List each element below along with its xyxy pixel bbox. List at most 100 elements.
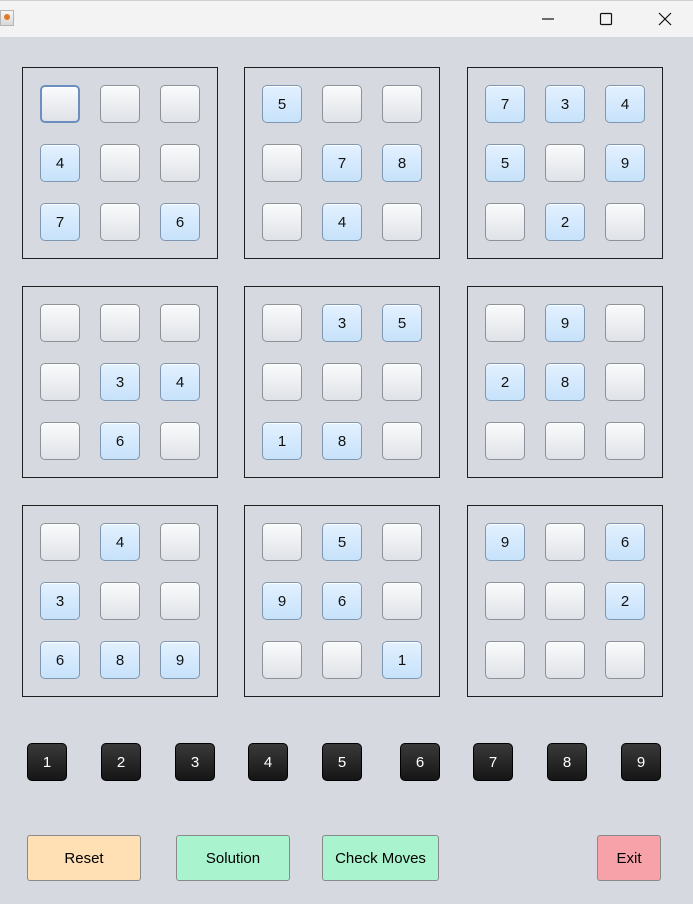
sudoku-cell[interactable] — [485, 422, 525, 460]
sudoku-cell[interactable] — [40, 523, 80, 561]
sudoku-cell[interactable] — [605, 422, 645, 460]
sudoku-cell[interactable]: 6 — [40, 641, 80, 679]
sudoku-cell[interactable]: 4 — [100, 523, 140, 561]
sudoku-cell[interactable] — [40, 363, 80, 401]
sudoku-cell[interactable]: 9 — [485, 523, 525, 561]
sudoku-cell[interactable] — [545, 582, 585, 620]
sudoku-cell[interactable] — [545, 144, 585, 182]
sudoku-cell[interactable] — [100, 582, 140, 620]
sudoku-cell[interactable] — [40, 85, 80, 123]
sudoku-cell[interactable]: 8 — [322, 422, 362, 460]
sudoku-cell[interactable] — [545, 641, 585, 679]
sudoku-cell[interactable] — [100, 304, 140, 342]
sudoku-cell[interactable] — [160, 144, 200, 182]
sudoku-cell[interactable] — [160, 85, 200, 123]
sudoku-cell[interactable]: 1 — [262, 422, 302, 460]
sudoku-cell[interactable]: 3 — [322, 304, 362, 342]
sudoku-cell[interactable]: 9 — [262, 582, 302, 620]
sudoku-cell[interactable]: 4 — [322, 203, 362, 241]
number-pad-button[interactable]: 6 — [400, 743, 440, 781]
sudoku-cell[interactable] — [382, 85, 422, 123]
sudoku-cell[interactable] — [605, 363, 645, 401]
sudoku-cell[interactable]: 9 — [545, 304, 585, 342]
sudoku-cell[interactable] — [262, 523, 302, 561]
sudoku-cell[interactable]: 6 — [605, 523, 645, 561]
sudoku-cell[interactable]: 8 — [382, 144, 422, 182]
number-pad-button[interactable]: 7 — [473, 743, 513, 781]
sudoku-cell[interactable]: 4 — [40, 144, 80, 182]
sudoku-cell[interactable] — [262, 304, 302, 342]
number-pad-button[interactable]: 2 — [101, 743, 141, 781]
exit-button[interactable]: Exit — [597, 835, 661, 881]
reset-button[interactable]: Reset — [27, 835, 141, 881]
sudoku-cell[interactable] — [100, 85, 140, 123]
sudoku-cell[interactable] — [40, 422, 80, 460]
sudoku-cell[interactable] — [382, 203, 422, 241]
sudoku-cell[interactable]: 8 — [100, 641, 140, 679]
sudoku-cell[interactable]: 3 — [40, 582, 80, 620]
sudoku-cell[interactable]: 9 — [605, 144, 645, 182]
window-title-bar — [0, 0, 693, 37]
sudoku-cell[interactable]: 7 — [322, 144, 362, 182]
sudoku-cell[interactable] — [382, 523, 422, 561]
maximize-button[interactable] — [586, 5, 626, 33]
sudoku-cell[interactable]: 5 — [485, 144, 525, 182]
sudoku-cell[interactable] — [100, 144, 140, 182]
sudoku-cell[interactable] — [382, 582, 422, 620]
sudoku-cell[interactable] — [485, 641, 525, 679]
sudoku-cell[interactable]: 7 — [485, 85, 525, 123]
number-pad-button[interactable]: 3 — [175, 743, 215, 781]
sudoku-cell[interactable] — [262, 641, 302, 679]
solution-button[interactable]: Solution — [176, 835, 290, 881]
sudoku-cell[interactable]: 9 — [160, 641, 200, 679]
sudoku-cell[interactable]: 2 — [485, 363, 525, 401]
close-icon — [658, 12, 672, 26]
sudoku-cell[interactable]: 2 — [605, 582, 645, 620]
minimize-button[interactable] — [528, 5, 568, 33]
close-button[interactable] — [645, 5, 685, 33]
sudoku-cell[interactable] — [545, 422, 585, 460]
sudoku-cell[interactable]: 5 — [262, 85, 302, 123]
number-pad-button[interactable]: 9 — [621, 743, 661, 781]
sudoku-cell[interactable] — [160, 523, 200, 561]
sudoku-cell[interactable] — [160, 582, 200, 620]
sudoku-block: 4 7 6 — [22, 67, 218, 259]
check-moves-button[interactable]: Check Moves — [322, 835, 439, 881]
sudoku-cell[interactable] — [40, 304, 80, 342]
number-pad-button[interactable]: 4 — [248, 743, 288, 781]
sudoku-cell[interactable]: 2 — [545, 203, 585, 241]
sudoku-cell[interactable]: 6 — [322, 582, 362, 620]
sudoku-cell[interactable]: 6 — [100, 422, 140, 460]
number-pad-button[interactable]: 5 — [322, 743, 362, 781]
sudoku-cell[interactable]: 8 — [545, 363, 585, 401]
sudoku-cell[interactable] — [160, 304, 200, 342]
sudoku-cell[interactable] — [322, 85, 362, 123]
sudoku-cell[interactable] — [160, 422, 200, 460]
sudoku-cell[interactable] — [605, 304, 645, 342]
sudoku-cell[interactable] — [322, 641, 362, 679]
sudoku-cell[interactable]: 7 — [40, 203, 80, 241]
sudoku-cell[interactable]: 5 — [322, 523, 362, 561]
sudoku-cell[interactable] — [605, 203, 645, 241]
sudoku-cell[interactable]: 6 — [160, 203, 200, 241]
sudoku-cell[interactable] — [382, 363, 422, 401]
sudoku-cell[interactable] — [100, 203, 140, 241]
sudoku-cell[interactable] — [262, 203, 302, 241]
sudoku-cell[interactable] — [485, 582, 525, 620]
number-pad-button[interactable]: 1 — [27, 743, 67, 781]
sudoku-cell[interactable]: 5 — [382, 304, 422, 342]
sudoku-cell[interactable] — [485, 203, 525, 241]
sudoku-cell[interactable] — [322, 363, 362, 401]
sudoku-cell[interactable]: 1 — [382, 641, 422, 679]
sudoku-cell[interactable] — [262, 363, 302, 401]
sudoku-cell[interactable] — [605, 641, 645, 679]
sudoku-cell[interactable] — [485, 304, 525, 342]
sudoku-cell[interactable]: 4 — [605, 85, 645, 123]
sudoku-cell[interactable]: 3 — [545, 85, 585, 123]
sudoku-cell[interactable] — [545, 523, 585, 561]
sudoku-cell[interactable] — [382, 422, 422, 460]
sudoku-cell[interactable] — [262, 144, 302, 182]
number-pad-button[interactable]: 8 — [547, 743, 587, 781]
sudoku-cell[interactable]: 4 — [160, 363, 200, 401]
sudoku-cell[interactable]: 3 — [100, 363, 140, 401]
